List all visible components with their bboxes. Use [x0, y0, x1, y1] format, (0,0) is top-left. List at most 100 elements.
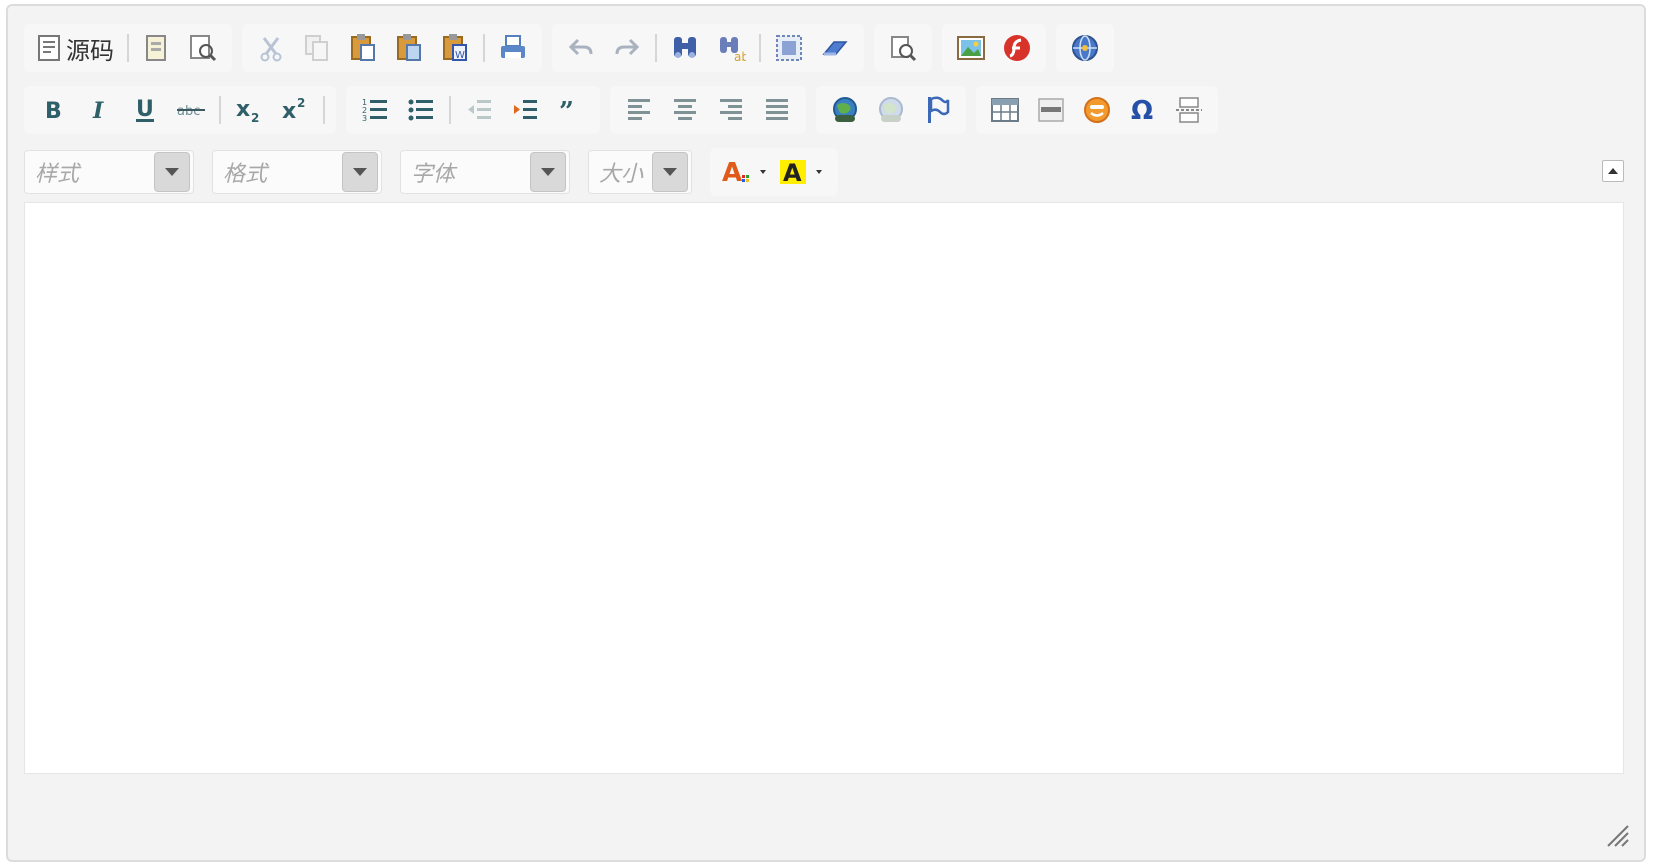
size-combo-label: 大小: [599, 162, 644, 187]
superscript-icon: x2: [280, 96, 310, 124]
template-icon: [145, 34, 169, 62]
svg-text:2: 2: [251, 111, 259, 124]
source-button[interactable]: 源码: [30, 26, 122, 70]
background-color-button[interactable]: A: [774, 150, 832, 194]
style-combo[interactable]: 样式: [24, 150, 194, 194]
font-combo[interactable]: 字体: [400, 150, 570, 194]
print-icon: [499, 34, 527, 62]
find-button[interactable]: [662, 26, 708, 70]
horizontal-rule-button[interactable]: [1028, 88, 1074, 132]
anchor-button[interactable]: [914, 88, 960, 132]
insert-media-group: [942, 24, 1046, 72]
editor-content-area[interactable]: [24, 202, 1624, 774]
align-center-icon: [671, 96, 699, 124]
select-all-icon: [775, 34, 803, 62]
separator: [219, 96, 221, 124]
svg-text:x: x: [282, 99, 296, 124]
paragraph-group: 123 ”: [346, 86, 600, 134]
link-button[interactable]: [822, 88, 868, 132]
bold-button[interactable]: B: [30, 88, 76, 132]
indent-icon: [511, 96, 539, 124]
source-icon: [38, 35, 60, 61]
copy-icon: [304, 34, 330, 62]
smiley-button[interactable]: [1074, 88, 1120, 132]
format-combo-label: 格式: [223, 162, 268, 187]
undo-button[interactable]: [558, 26, 604, 70]
italic-button[interactable]: I: [76, 88, 122, 132]
svg-text:2: 2: [297, 96, 305, 110]
strikethrough-button[interactable]: abc: [168, 88, 214, 132]
align-left-button[interactable]: [616, 88, 662, 132]
unlink-icon: [875, 95, 907, 125]
blockquote-button[interactable]: ”: [548, 88, 594, 132]
redo-button[interactable]: [604, 26, 650, 70]
separator: [449, 96, 451, 124]
outdent-icon: [465, 96, 493, 124]
separator: [655, 34, 657, 62]
tools-group: [874, 24, 932, 72]
underline-button[interactable]: U: [122, 88, 168, 132]
italic-icon: I: [87, 97, 111, 123]
select-all-button[interactable]: [766, 26, 812, 70]
svg-text:abc: abc: [177, 104, 200, 119]
svg-text:Ω: Ω: [1131, 96, 1153, 124]
paste-word-icon: W: [441, 33, 469, 63]
svg-text:”: ”: [559, 98, 574, 122]
globe-icon: [1070, 33, 1100, 63]
print-button[interactable]: [490, 26, 536, 70]
preview-button[interactable]: [180, 26, 226, 70]
unlink-button[interactable]: [868, 88, 914, 132]
indent-button[interactable]: [502, 88, 548, 132]
anchor-icon: [924, 95, 950, 125]
template-button[interactable]: [134, 26, 180, 70]
format-combo[interactable]: 格式: [212, 150, 382, 194]
cut-button[interactable]: [248, 26, 294, 70]
history-group: ab: [552, 24, 864, 72]
source-label: 源码: [66, 36, 114, 65]
justify-button[interactable]: [754, 88, 800, 132]
svg-text:ab: ab: [734, 50, 746, 62]
clipboard-group: W: [242, 24, 542, 72]
resize-handle-icon[interactable]: [1602, 820, 1630, 848]
collapse-toolbar-button[interactable]: [1602, 160, 1624, 182]
bulleted-list-button[interactable]: [398, 88, 444, 132]
globe-button[interactable]: [1062, 26, 1108, 70]
replace-button[interactable]: ab: [708, 26, 754, 70]
chevron-down-icon[interactable]: [530, 152, 566, 192]
svg-text:U: U: [136, 97, 154, 122]
maximize-button[interactable]: [880, 26, 926, 70]
subscript-button[interactable]: x2: [226, 88, 272, 132]
copy-button[interactable]: [294, 26, 340, 70]
special-char-button[interactable]: Ω: [1120, 88, 1166, 132]
remove-format-button[interactable]: [812, 26, 858, 70]
outdent-button[interactable]: [456, 88, 502, 132]
size-combo[interactable]: 大小: [588, 150, 692, 194]
superscript-button[interactable]: x2: [272, 88, 318, 132]
chevron-down-icon[interactable]: [652, 152, 688, 192]
page-break-button[interactable]: [1166, 88, 1212, 132]
align-center-button[interactable]: [662, 88, 708, 132]
chevron-down-icon[interactable]: [342, 152, 378, 192]
align-right-button[interactable]: [708, 88, 754, 132]
svg-text:3: 3: [362, 114, 367, 123]
numbered-list-icon: 123: [361, 96, 389, 124]
flash-button[interactable]: [994, 26, 1040, 70]
svg-text:W: W: [455, 50, 465, 61]
blockquote-icon: ”: [558, 98, 584, 122]
separator: [323, 96, 325, 124]
image-button[interactable]: [948, 26, 994, 70]
separator: [759, 34, 761, 62]
align-left-icon: [625, 96, 653, 124]
table-icon: [990, 96, 1020, 124]
chevron-down-icon[interactable]: [154, 152, 190, 192]
smiley-icon: [1082, 95, 1112, 125]
paste-button[interactable]: [340, 26, 386, 70]
paste-text-button[interactable]: [386, 26, 432, 70]
text-color-button[interactable]: A: [716, 150, 774, 194]
align-right-icon: [717, 96, 745, 124]
paste-word-button[interactable]: W: [432, 26, 478, 70]
numbered-list-button[interactable]: 123: [352, 88, 398, 132]
table-button[interactable]: [982, 88, 1028, 132]
insert-group: Ω: [976, 86, 1218, 134]
separator: [127, 34, 129, 62]
